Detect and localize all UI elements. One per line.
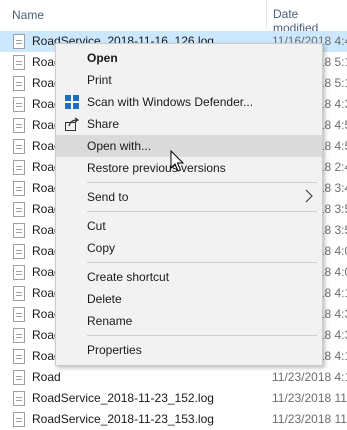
menu-item-label: Copy	[87, 241, 116, 255]
menu-item-label: Properties	[87, 343, 142, 357]
column-header-name[interactable]: Name	[12, 8, 44, 22]
file-row[interactable]: Road 11/23/2018 4:1	[0, 367, 347, 388]
menu-item-open[interactable]: Open	[56, 47, 322, 69]
file-name: RoadService_2018-11-23_152.log	[32, 391, 214, 405]
menu-separator	[87, 182, 317, 183]
menu-item-create-shortcut[interactable]: Create shortcut	[56, 266, 322, 288]
menu-item-label: Restore previous versions	[87, 161, 226, 175]
file-list-header: Name Date modified	[0, 0, 347, 35]
log-file-icon	[13, 370, 25, 385]
log-file-icon	[13, 202, 25, 217]
menu-item-label: Open	[87, 51, 118, 65]
menu-item-print[interactable]: Print	[56, 69, 322, 91]
file-row[interactable]: RoadService_2018-11-23_152.log 11/23/2018…	[0, 388, 347, 409]
mouse-cursor-icon	[170, 150, 185, 172]
file-row[interactable]: RoadService_2018-11-23_153.log 11/23/2018…	[0, 409, 347, 430]
log-file-icon	[13, 265, 25, 280]
context-menu: Open Print Scan with Windows Defender...…	[55, 43, 323, 366]
menu-item-share[interactable]: Share	[56, 113, 322, 135]
menu-separator	[87, 211, 317, 212]
menu-item-cut[interactable]: Cut	[56, 215, 322, 237]
menu-item-copy[interactable]: Copy	[56, 237, 322, 259]
menu-item-restore-previous-versions[interactable]: Restore previous versions	[56, 157, 322, 179]
log-file-icon	[13, 76, 25, 91]
windows-defender-icon	[65, 95, 79, 109]
menu-item-label: Share	[87, 117, 120, 131]
file-name: RoadService_2018-11-23_153.log	[32, 412, 214, 426]
menu-item-scan[interactable]: Scan with Windows Defender...	[56, 91, 322, 113]
log-file-icon	[13, 34, 25, 49]
menu-item-delete[interactable]: Delete	[56, 288, 322, 310]
menu-item-label: Print	[87, 73, 112, 87]
menu-item-open-with[interactable]: Open with...	[56, 135, 322, 157]
log-file-icon	[13, 181, 25, 196]
menu-item-label: Create shortcut	[87, 270, 170, 284]
menu-item-rename[interactable]: Rename	[56, 310, 322, 332]
menu-separator	[87, 335, 317, 336]
menu-separator	[87, 262, 317, 263]
menu-item-label: Delete	[87, 292, 122, 306]
log-file-icon	[13, 118, 25, 133]
log-file-icon	[13, 97, 25, 112]
menu-item-label: Cut	[87, 219, 106, 233]
file-date-modified: 11/23/2018 11:	[272, 391, 347, 405]
share-icon	[65, 117, 80, 131]
file-date-modified: 11/23/2018 11:	[272, 412, 347, 426]
log-file-icon	[13, 223, 25, 238]
file-name: Road	[32, 370, 61, 384]
menu-item-label: Rename	[87, 314, 133, 328]
menu-item-label: Open with...	[87, 139, 152, 153]
log-file-icon	[13, 307, 25, 322]
log-file-icon	[13, 328, 25, 343]
log-file-icon	[13, 412, 25, 427]
log-file-icon	[13, 349, 25, 364]
log-file-icon	[13, 55, 25, 70]
log-file-icon	[13, 286, 25, 301]
file-date-modified: 11/23/2018 4:1	[272, 370, 347, 384]
menu-item-label: Scan with Windows Defender...	[87, 95, 254, 109]
menu-item-send-to[interactable]: Send to	[56, 186, 322, 208]
log-file-icon	[13, 244, 25, 259]
chevron-right-icon	[305, 189, 313, 203]
log-file-icon	[13, 139, 25, 154]
menu-item-label: Send to	[87, 190, 129, 204]
log-file-icon	[13, 160, 25, 175]
column-divider[interactable]	[266, 0, 267, 28]
menu-item-properties[interactable]: Properties	[56, 339, 322, 361]
